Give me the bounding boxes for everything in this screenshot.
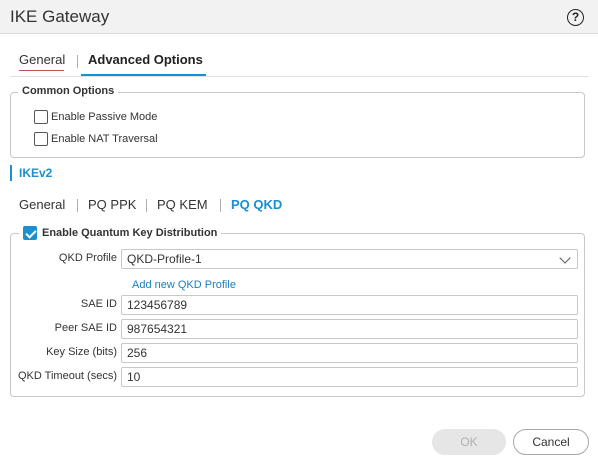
enable-nat-traversal-label: Enable NAT Traversal <box>51 133 158 145</box>
tabs-divider <box>10 76 588 77</box>
tab-general-underline <box>19 70 64 71</box>
qkd-timeout-field[interactable]: 10 <box>121 367 578 387</box>
subtab-separator <box>77 199 78 212</box>
subtab-pq-kem[interactable]: PQ KEM <box>157 197 208 212</box>
ikev2-section-title: IKEv2 <box>19 166 53 180</box>
chevron-down-icon <box>559 252 571 264</box>
section-marker <box>10 165 12 181</box>
tab-general[interactable]: General <box>19 52 65 67</box>
dialog-title: IKE Gateway <box>10 7 110 26</box>
qkd-profile-value: QKD-Profile-1 <box>127 252 202 266</box>
help-icon[interactable]: ? <box>567 9 584 26</box>
subtab-general[interactable]: General <box>19 197 65 212</box>
ok-button[interactable]: OK <box>432 429 506 455</box>
peer-sae-id-label: Peer SAE ID <box>54 322 117 334</box>
common-options-legend: Common Options <box>18 85 119 97</box>
enable-qkd-label: Enable Quantum Key Distribution <box>42 227 218 239</box>
key-size-label: Key Size (bits) <box>46 346 117 358</box>
sae-id-field[interactable]: 123456789 <box>121 295 578 315</box>
subtab-pq-qkd[interactable]: PQ QKD <box>231 197 282 212</box>
tab-separator <box>77 55 78 68</box>
qkd-legend: Enable Quantum Key Distribution <box>19 226 222 240</box>
qkd-timeout-label: QKD Timeout (secs) <box>17 370 117 382</box>
dialog-titlebar: IKE Gateway ? <box>0 0 598 34</box>
cancel-button[interactable]: Cancel <box>513 429 589 455</box>
qkd-profile-select[interactable]: QKD-Profile-1 <box>121 249 578 269</box>
subtab-separator <box>220 199 221 212</box>
tab-advanced-options[interactable]: Advanced Options <box>88 52 203 67</box>
enable-passive-mode-label: Enable Passive Mode <box>51 111 158 123</box>
subtab-pq-ppk[interactable]: PQ PPK <box>88 197 136 212</box>
add-qkd-profile-link[interactable]: Add new QKD Profile <box>132 279 236 291</box>
enable-qkd-checkbox[interactable] <box>23 226 37 240</box>
subtab-separator <box>146 199 147 212</box>
sae-id-label: SAE ID <box>80 298 117 310</box>
enable-nat-traversal-checkbox[interactable] <box>34 132 48 146</box>
enable-passive-mode-checkbox[interactable] <box>34 110 48 124</box>
key-size-field[interactable]: 256 <box>121 343 578 363</box>
peer-sae-id-field[interactable]: 987654321 <box>121 319 578 339</box>
common-options-group <box>10 92 585 158</box>
qkd-profile-label: QKD Profile <box>58 252 117 264</box>
